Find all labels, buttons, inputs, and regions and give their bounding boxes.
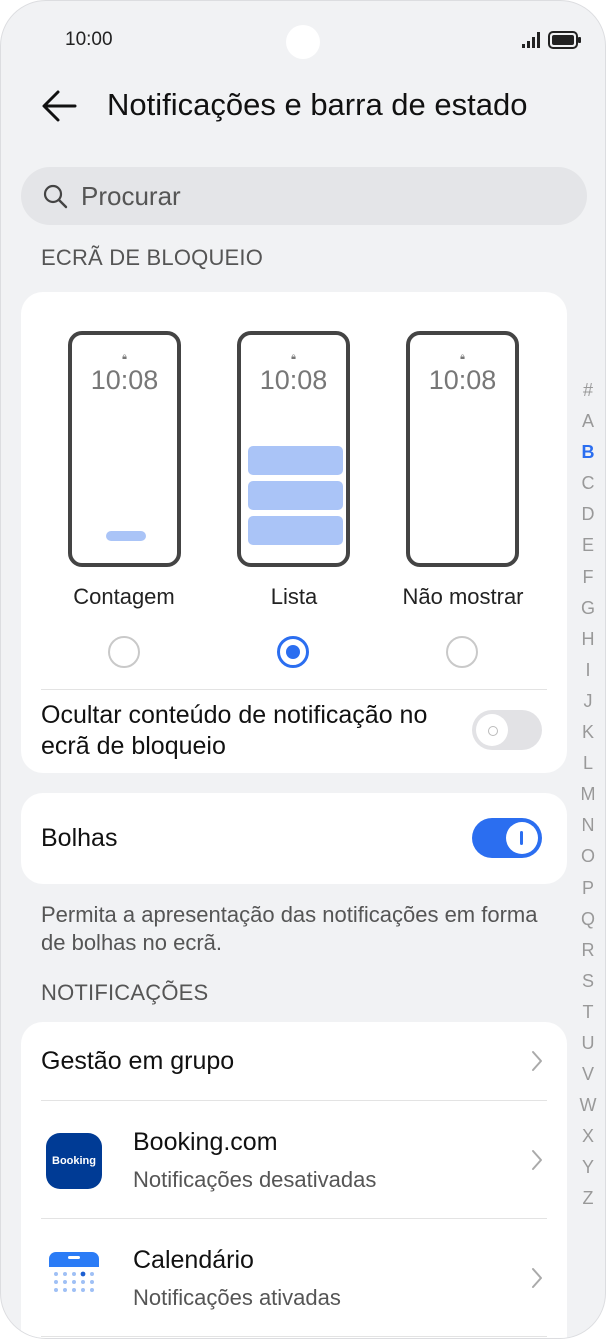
lock-screen-card: 🔒︎ 10:08 Contagem 🔒︎ 10:08 Lista 🔒︎ 10:0… [21, 292, 567, 773]
group-management-label: Gestão em grupo [41, 1047, 235, 1075]
alphabet-letter[interactable]: Y [576, 1152, 600, 1183]
lock-preview-count: 🔒︎ 10:08 [68, 331, 181, 567]
lock-icon: 🔒︎ [122, 351, 127, 361]
alphabet-letter[interactable]: F [576, 562, 600, 593]
radio-count[interactable] [108, 636, 140, 668]
alphabet-letter[interactable]: H [576, 624, 600, 655]
front-camera [286, 25, 320, 59]
search-placeholder: Procurar [81, 181, 181, 211]
option-label-hide: Não mostrar [402, 584, 524, 609]
page-title: Notificações e barra de estado [107, 87, 528, 122]
alphabet-letter[interactable]: R [576, 935, 600, 966]
alphabet-letter[interactable]: U [576, 1028, 600, 1059]
toggle-knob [476, 714, 508, 746]
alphabet-letter[interactable]: O [576, 841, 600, 872]
alphabet-letter[interactable]: W [576, 1090, 600, 1121]
alphabet-letter[interactable]: A [576, 406, 600, 437]
lock-preview-list: 🔒︎ 10:08 [237, 331, 350, 567]
alphabet-letter[interactable]: B [576, 437, 600, 468]
battery-icon [548, 31, 581, 49]
back-arrow-icon[interactable] [41, 89, 77, 123]
lock-icon: 🔒︎ [291, 351, 296, 361]
search-icon [43, 184, 68, 209]
app-name: Calendário [133, 1246, 254, 1274]
alphabet-letter[interactable]: I [576, 655, 600, 686]
alphabet-letter[interactable]: D [576, 499, 600, 530]
notification-count-pill [106, 531, 146, 541]
alphabet-index[interactable]: # A B C D E F G H I J K L M N O P Q R S T U V W X Y Z [576, 375, 600, 1215]
booking-app-icon: Booking [46, 1133, 102, 1189]
app-name: Booking.com [133, 1128, 278, 1156]
alphabet-letter[interactable]: J [576, 686, 600, 717]
bubbles-card[interactable]: Bolhas [21, 793, 567, 884]
phone-screen: 10:00 Notificações e barra de estado Pro… [0, 0, 606, 1339]
preview-clock: 10:08 [259, 365, 328, 395]
alphabet-letter[interactable]: K [576, 717, 600, 748]
alphabet-letter[interactable]: N [576, 810, 600, 841]
alphabet-letter[interactable]: S [576, 966, 600, 997]
hide-content-label: Ocultar conteúdo de notificação no ecrã … [41, 701, 428, 760]
section-label-notifications: NOTIFICAÇÕES [41, 980, 209, 1005]
alphabet-letter[interactable]: # [576, 375, 600, 406]
search-input[interactable]: Procurar [21, 167, 587, 225]
divider [41, 689, 547, 690]
hide-content-toggle[interactable] [472, 710, 542, 750]
app-status: Notificações desativadas [133, 1167, 377, 1192]
toggle-knob [506, 822, 538, 854]
radio-hide[interactable] [446, 636, 478, 668]
alphabet-letter[interactable]: M [576, 779, 600, 810]
divider [41, 1336, 547, 1337]
alphabet-letter[interactable]: V [576, 1059, 600, 1090]
chevron-right-icon [532, 1268, 542, 1288]
page-header: Notificações e barra de estado [1, 81, 605, 131]
signal-icon [522, 32, 540, 48]
chevron-right-icon [532, 1051, 542, 1071]
bubbles-toggle[interactable] [472, 818, 542, 858]
alphabet-letter[interactable]: T [576, 997, 600, 1028]
status-time: 10:00 [65, 29, 113, 50]
divider [41, 1218, 547, 1219]
preview-clock: 10:08 [90, 365, 159, 395]
status-bar: 10:00 [1, 25, 605, 59]
radio-list[interactable] [277, 636, 309, 668]
notification-list-bar [248, 446, 343, 475]
section-label-lock-screen: ECRÃ DE BLOQUEIO [41, 245, 264, 270]
alphabet-letter[interactable]: C [576, 468, 600, 499]
lock-preview-hide: 🔒︎ 10:08 [406, 331, 519, 567]
alphabet-letter[interactable]: X [576, 1121, 600, 1152]
preview-clock: 10:08 [428, 365, 497, 395]
notification-list-bar [248, 481, 343, 510]
notification-list-bar [248, 516, 343, 545]
chevron-right-icon [532, 1150, 542, 1170]
lock-icon: 🔒︎ [460, 351, 465, 361]
alphabet-letter[interactable]: G [576, 593, 600, 624]
calendar-app-icon [46, 1250, 102, 1306]
notifications-card: Gestão em grupo Booking Booking.com Noti… [21, 1022, 567, 1338]
divider [41, 1100, 547, 1101]
alphabet-letter[interactable]: L [576, 748, 600, 779]
bubbles-description: Permita a apresentação das notificações … [41, 902, 538, 955]
alphabet-letter[interactable]: Q [576, 904, 600, 935]
bubbles-label: Bolhas [41, 824, 118, 852]
alphabet-letter[interactable]: P [576, 873, 600, 904]
alphabet-letter[interactable]: Z [576, 1183, 600, 1214]
alphabet-letter[interactable]: E [576, 530, 600, 561]
app-status: Notificações ativadas [133, 1285, 341, 1310]
